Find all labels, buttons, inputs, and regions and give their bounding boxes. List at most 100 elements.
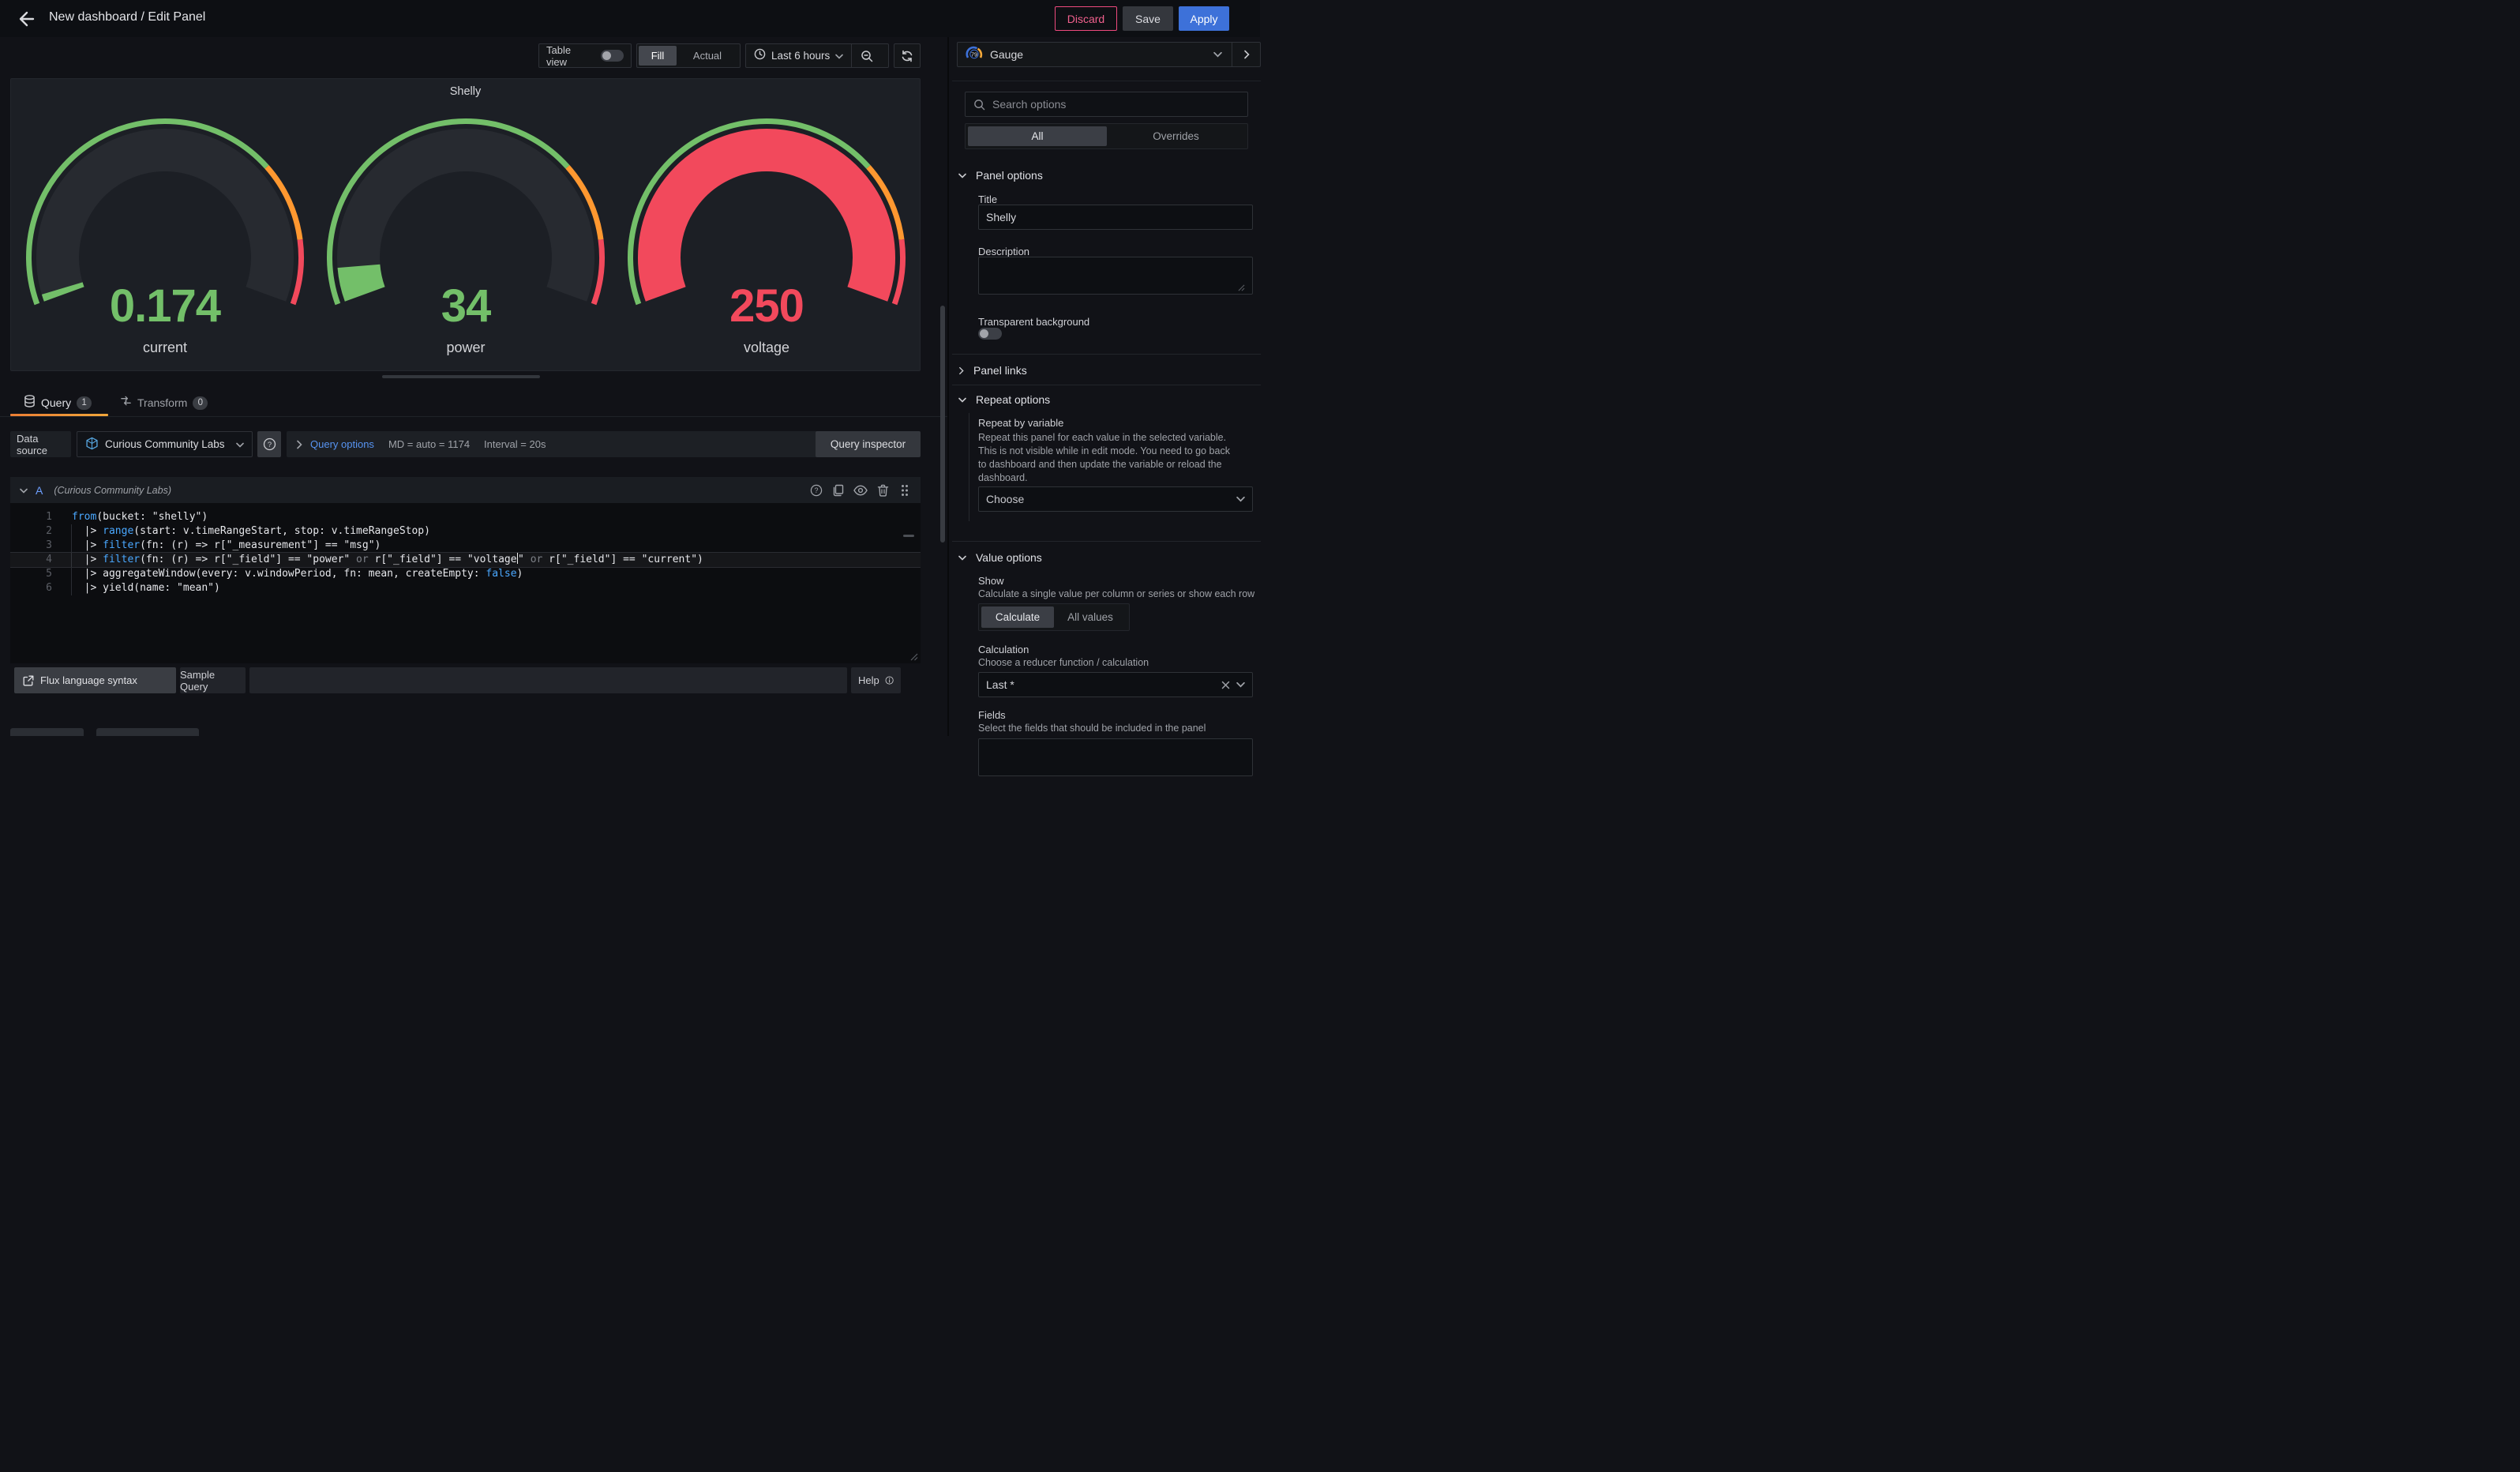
pane-scrollbar-thumb[interactable]: [940, 306, 945, 543]
flux-language-syntax-button[interactable]: Flux language syntax: [14, 667, 176, 693]
query-count-badge: 1: [77, 396, 92, 410]
fill-actual-group: Fill Actual: [636, 43, 741, 68]
external-link-icon: [23, 675, 34, 686]
zoom-out-time-button[interactable]: [851, 44, 881, 67]
code-line[interactable]: 1from(bucket: "shelly"): [10, 510, 921, 524]
tab-query[interactable]: Query 1: [24, 391, 92, 415]
show-field-label: Show: [978, 575, 1004, 587]
datasource-row: Data source Curious Community Labs ? Que…: [10, 431, 921, 457]
panel-preview: Shelly 0.174 current 34 power 250 voltag…: [10, 78, 921, 371]
show-mode-group: Calculate All values: [978, 603, 1130, 631]
datasource-picker[interactable]: Curious Community Labs: [77, 431, 253, 457]
query-options-bar[interactable]: Query options MD = auto = 1174 Interval …: [287, 431, 822, 457]
textarea-resize-grip[interactable]: [1238, 284, 1245, 291]
chevron-down-icon: [958, 173, 966, 178]
gauge-value: 0.174: [15, 280, 315, 332]
title-input[interactable]: Shelly: [978, 205, 1253, 230]
add-query-button-partial[interactable]: [10, 728, 84, 736]
interval-stat: Interval = 20s: [484, 438, 546, 450]
panel-title: Shelly: [11, 85, 920, 98]
all-values-button[interactable]: All values: [1054, 606, 1127, 628]
toggle-visibility-eye-icon[interactable]: [849, 479, 872, 501]
query-datasource-hint: (Curious Community Labs): [54, 485, 805, 496]
calculate-button[interactable]: Calculate: [981, 606, 1054, 628]
repeat-variable-select[interactable]: Choose: [978, 486, 1253, 512]
duplicate-query-icon[interactable]: [827, 479, 849, 501]
chevron-down-icon: [236, 438, 244, 450]
code-line[interactable]: 3 |> filter(fn: (r) => r["_measurement"]…: [10, 539, 921, 553]
gauge-field-label: voltage: [617, 340, 917, 356]
code-lines[interactable]: 1from(bucket: "shelly")2 |> range(start:…: [10, 510, 921, 595]
fields-field-label: Fields: [978, 709, 1006, 721]
value-options-header[interactable]: Value options: [958, 551, 1042, 564]
add-expression-button-partial[interactable]: [96, 728, 199, 736]
gauge-field-label: power: [316, 340, 616, 356]
transparent-background-toggle[interactable]: [978, 328, 1002, 340]
visualization-picker[interactable]: 79 Gauge: [957, 42, 1261, 67]
transform-count-badge: 0: [193, 396, 208, 410]
chevron-right-icon: [958, 366, 964, 375]
query-options-link[interactable]: Query options: [310, 438, 374, 450]
clear-x-icon[interactable]: [1221, 681, 1230, 689]
options-sidebar: 79 Gauge Search options All Overrides Pa…: [949, 37, 1260, 736]
help-button[interactable]: Help: [851, 667, 901, 693]
repeat-options-header[interactable]: Repeat options: [958, 393, 1050, 406]
panel-options-header[interactable]: Panel options: [958, 169, 1043, 182]
code-line[interactable]: 4 |> filter(fn: (r) => r["_field"] == "p…: [10, 552, 921, 568]
save-button[interactable]: Save: [1123, 6, 1173, 31]
query-inspector-button[interactable]: Query inspector: [816, 431, 921, 457]
gauge-voltage: 250 voltage: [617, 112, 917, 357]
calculation-select[interactable]: Last *: [978, 672, 1253, 697]
actual-button[interactable]: Actual: [677, 46, 738, 66]
tab-transform[interactable]: Transform 0: [120, 391, 208, 415]
apply-button[interactable]: Apply: [1179, 6, 1229, 31]
time-range-picker[interactable]: Last 6 hours: [746, 44, 851, 67]
editor-scrollbar[interactable]: [903, 535, 914, 537]
delete-query-trash-icon[interactable]: [872, 479, 894, 501]
table-view-toggle[interactable]: [601, 50, 624, 62]
fields-select-partial[interactable]: [978, 738, 1253, 776]
datasource-help-button[interactable]: ?: [257, 431, 281, 457]
code-line[interactable]: 5 |> aggregateWindow(every: v.windowPeri…: [10, 567, 921, 581]
all-overrides-tabs: All Overrides: [965, 123, 1248, 149]
tab-all[interactable]: All: [968, 126, 1107, 146]
panel-links-title: Panel links: [973, 364, 1027, 377]
tab-overrides[interactable]: Overrides: [1107, 126, 1245, 146]
sample-query-button[interactable]: Sample Query: [180, 667, 246, 693]
svg-text:?: ?: [815, 486, 819, 494]
influxdb-icon: [85, 437, 99, 452]
chevron-down-icon: [835, 49, 843, 63]
code-line[interactable]: 6 |> yield(name: "mean"): [10, 581, 921, 595]
transform-icon: [120, 395, 132, 411]
repeat-by-variable-description: Repeat this panel for each value in the …: [978, 431, 1239, 485]
gauge-viz-icon: 79: [966, 46, 983, 63]
panel-links-header[interactable]: Panel links: [958, 364, 1027, 377]
search-placeholder: Search options: [992, 98, 1066, 111]
query-row-header[interactable]: A (Curious Community Labs) ?: [10, 477, 921, 503]
title-field-label: Title: [978, 193, 997, 205]
datasource-label: Data source: [10, 431, 71, 457]
tab-transform-label: Transform: [137, 396, 187, 409]
visualization-name: Gauge: [990, 48, 1213, 61]
edit-pane: Table view Fill Actual Last 6 hours Shel…: [0, 37, 947, 736]
query-help-icon[interactable]: ?: [805, 479, 827, 501]
panel-options-title: Panel options: [976, 169, 1043, 182]
panel-resize-handle[interactable]: [382, 375, 540, 378]
back-arrow-icon[interactable]: [14, 8, 36, 30]
refresh-button[interactable]: [894, 43, 921, 68]
search-options-input[interactable]: Search options: [965, 92, 1248, 117]
svg-text:?: ?: [267, 441, 271, 449]
code-line[interactable]: 2 |> range(start: v.timeRangeStart, stop…: [10, 524, 921, 539]
active-tab-underline: [10, 414, 108, 416]
discard-button[interactable]: Discard: [1055, 6, 1117, 31]
description-textarea[interactable]: [978, 257, 1253, 295]
show-field-description: Calculate a single value per column or s…: [978, 588, 1254, 601]
fill-button[interactable]: Fill: [639, 46, 677, 66]
collapse-query-chevron-icon[interactable]: [20, 483, 28, 498]
database-icon: [24, 395, 36, 411]
collapse-sidebar-chevron-icon[interactable]: [1232, 43, 1260, 66]
drag-query-grip-icon[interactable]: [894, 479, 916, 501]
flux-code-editor[interactable]: 1from(bucket: "shelly")2 |> range(start:…: [10, 503, 921, 663]
editor-resize-grip[interactable]: [910, 653, 918, 661]
search-icon: [973, 99, 985, 111]
